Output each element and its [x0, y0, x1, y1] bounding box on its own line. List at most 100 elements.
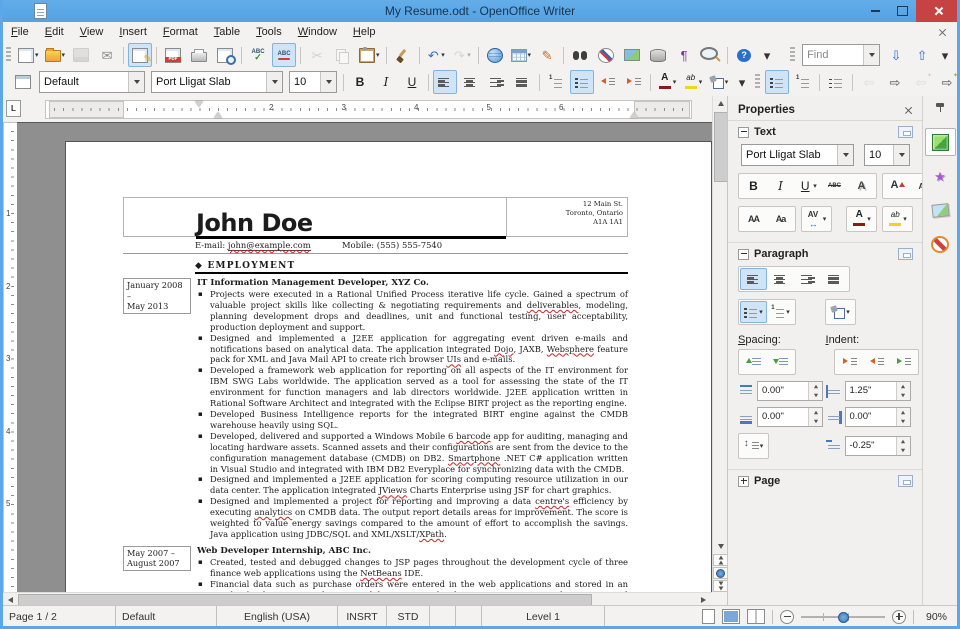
font-name-dropdown-icon[interactable] [837, 145, 853, 165]
toolbar-grip[interactable] [790, 47, 795, 63]
sidebar-underline-button[interactable]: U▾ [794, 175, 821, 197]
line-spacing-dropdown-icon[interactable]: ▾ [760, 442, 764, 450]
zoom-out-button[interactable] [780, 610, 794, 624]
scroll-down-button[interactable] [714, 540, 727, 553]
status-page-indicator[interactable]: Page 1 / 2 [3, 606, 116, 627]
font-size-select[interactable]: 10 [289, 71, 337, 93]
menu-help[interactable]: Help [345, 24, 384, 40]
sidebar-bullet-list-dropdown-icon[interactable]: ▾ [759, 308, 763, 316]
increase-paragraph-spacing-button[interactable] [740, 351, 767, 373]
lowercase-button[interactable]: Aa [767, 208, 794, 230]
status-outline-level[interactable]: Level 1 [482, 606, 605, 627]
next-page-button[interactable] [713, 580, 728, 592]
standard-overflow-button[interactable]: ▾ [758, 43, 776, 67]
view-book-button[interactable] [747, 609, 765, 624]
sidebar-font-color-button[interactable]: ▾ [848, 208, 875, 230]
sidebar-highlighting-button[interactable]: ▾ [884, 208, 911, 230]
menu-table[interactable]: Table [206, 24, 248, 40]
toolbar-grip[interactable] [755, 74, 760, 90]
align-center-button[interactable] [459, 70, 483, 94]
paste-dropdown-icon[interactable]: ▾ [376, 51, 380, 59]
find-and-replace-button[interactable] [568, 43, 592, 67]
para-align-justify-button[interactable] [821, 268, 848, 290]
minimize-button[interactable] [862, 0, 889, 22]
data-sources-button[interactable] [646, 43, 670, 67]
paragraph-more-options-button[interactable] [898, 248, 913, 260]
sidebar-italic-button[interactable]: I [767, 175, 794, 197]
font-color-button[interactable]: ▾ [655, 70, 679, 94]
sidebar-menu-icon[interactable] [934, 102, 946, 114]
demote-with-subpoints-button[interactable]: ⇨✦ [935, 70, 959, 94]
paragraph-style-select-dropdown-icon[interactable] [128, 72, 144, 92]
gallery-button[interactable] [620, 43, 644, 67]
promote-one-level-button[interactable]: ⇦ [857, 70, 881, 94]
redo-button[interactable]: ↷▾ [450, 43, 474, 67]
collapse-text-section-icon[interactable] [738, 127, 749, 138]
open-button[interactable]: ▾ [43, 43, 68, 67]
para-align-center-button[interactable] [767, 268, 794, 290]
nonprinting-characters-button[interactable]: ¶ [672, 43, 696, 67]
spinner[interactable] [896, 408, 910, 426]
formatting-overflow-button[interactable]: ▾ [733, 70, 751, 94]
paragraph-style-select[interactable]: Default [39, 71, 145, 93]
insert-table-dropdown-icon[interactable]: ▾ [528, 51, 532, 59]
zoom-slider[interactable] [801, 616, 885, 618]
find-dropdown-icon[interactable] [863, 45, 879, 65]
open-dropdown-icon[interactable]: ▾ [62, 51, 66, 59]
spellcheck-button[interactable] [246, 43, 270, 67]
close-button[interactable] [916, 0, 960, 22]
align-justify-button[interactable] [511, 70, 535, 94]
navigation-button[interactable] [713, 567, 728, 579]
bold-button[interactable]: B [348, 70, 372, 94]
show-draw-functions-button[interactable]: ✎ [535, 43, 559, 67]
font-size-dropdown-icon[interactable] [893, 145, 909, 165]
menu-file[interactable]: File [3, 24, 37, 40]
background-color-button[interactable]: ▾ [707, 70, 731, 94]
tab-gallery-button[interactable] [925, 196, 956, 224]
left-indent-marker[interactable] [214, 112, 222, 118]
find-overflow-button[interactable]: ▾ [936, 43, 954, 67]
zoom-in-button[interactable] [892, 610, 906, 624]
spinner[interactable] [896, 382, 910, 400]
new-document-dropdown-icon[interactable]: ▾ [35, 51, 39, 59]
zoom-button[interactable] [698, 43, 723, 67]
horizontal-scrollbar[interactable] [3, 592, 712, 606]
increase-indent-button[interactable] [622, 70, 646, 94]
spinner[interactable] [808, 382, 822, 400]
sidebar-increase-indent-button[interactable] [836, 351, 863, 373]
status-selection-mode[interactable]: STD [387, 606, 430, 627]
page-preview-button[interactable] [213, 43, 237, 67]
menu-view[interactable]: View [72, 24, 112, 40]
toolbar-grip[interactable] [6, 47, 11, 63]
sidebar-decrease-indent-button[interactable] [863, 351, 890, 373]
above-paragraph-spacing-field[interactable]: 0.00" [757, 381, 823, 401]
view-single-page-button[interactable] [702, 609, 715, 624]
view-multiple-pages-button[interactable] [722, 609, 740, 624]
decrease-paragraph-spacing-button[interactable] [767, 351, 794, 373]
menu-tools[interactable]: Tools [248, 24, 290, 40]
status-page-style[interactable]: Default [116, 606, 217, 627]
menu-insert[interactable]: Insert [111, 24, 155, 40]
insert-table-button[interactable]: ▾ [509, 43, 534, 67]
close-document-icon[interactable] [938, 28, 947, 37]
decrease-indent-button[interactable] [596, 70, 620, 94]
scroll-up-button[interactable] [714, 97, 727, 110]
right-indent-marker[interactable] [630, 112, 638, 118]
align-left-button[interactable] [433, 70, 457, 94]
before-text-indent-field[interactable]: 1.25" [845, 381, 911, 401]
bullets-on-off-button[interactable] [765, 70, 789, 94]
collapse-paragraph-section-icon[interactable] [738, 249, 749, 260]
maximize-button[interactable] [889, 0, 916, 22]
highlighting-dropdown-icon[interactable]: ▾ [699, 78, 703, 86]
status-insert-mode[interactable]: INSRT [338, 606, 387, 627]
save-button[interactable] [69, 43, 93, 67]
menu-window[interactable]: Window [290, 24, 345, 40]
edit-file-button[interactable] [128, 43, 152, 67]
increase-font-size-button[interactable] [884, 175, 911, 197]
align-right-button[interactable] [485, 70, 509, 94]
previous-page-button[interactable] [713, 554, 728, 566]
tab-styles-and-formatting-button[interactable]: ★ [925, 162, 956, 190]
paragraph-background-color-button[interactable]: ▾ [827, 301, 854, 323]
tab-properties-button[interactable] [925, 128, 956, 156]
email-document-button[interactable]: ✉ [95, 43, 119, 67]
